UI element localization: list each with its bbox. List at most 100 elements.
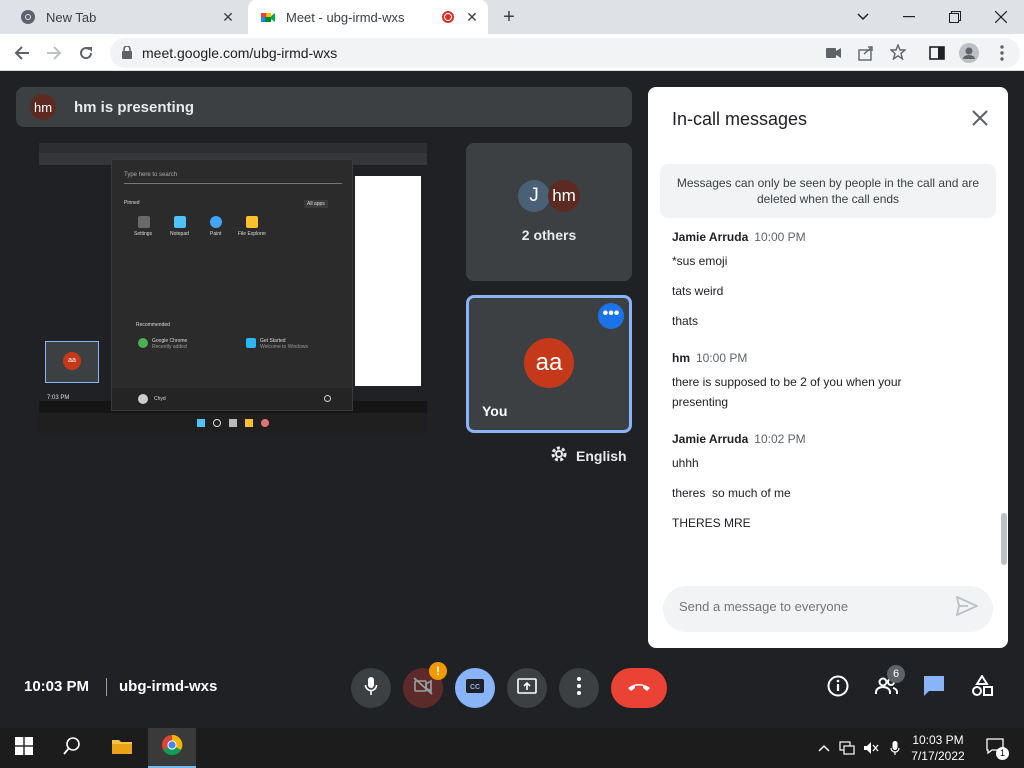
message-time: 10:02 PM xyxy=(754,432,806,446)
shared-chat-panel xyxy=(355,176,421,386)
shared-self-avatar: aa xyxy=(63,352,81,370)
more-options-button[interactable] xyxy=(559,668,599,708)
file-explorer-button[interactable] xyxy=(98,728,146,768)
present-button[interactable] xyxy=(507,668,547,708)
chrome-icon xyxy=(161,734,183,761)
camera-blocked-icon[interactable] xyxy=(826,46,842,64)
meeting-details-button[interactable] xyxy=(825,675,851,701)
forward-button[interactable] xyxy=(41,40,67,66)
paint-icon xyxy=(210,216,222,228)
shared-clock: 7:03 PM xyxy=(47,395,70,401)
show-hidden-icons-button[interactable] xyxy=(813,728,835,768)
meeting-code: ubg-irmd-wxs xyxy=(119,678,218,695)
captions-button[interactable]: CC xyxy=(455,668,495,708)
side-panel-icon[interactable] xyxy=(924,40,950,66)
bookmark-star-icon[interactable] xyxy=(889,43,907,65)
shared-screen[interactable]: aa 7:03 PM Type here to search Pinned Al… xyxy=(39,143,427,433)
chrome-taskbar-button[interactable] xyxy=(148,728,196,768)
shapes-icon xyxy=(971,673,993,702)
shared-taskbar xyxy=(39,413,427,433)
power-icon xyxy=(324,395,331,402)
participants-count-badge: 6 xyxy=(887,665,905,683)
new-tab-button[interactable]: + xyxy=(492,0,526,34)
network-icon[interactable] xyxy=(836,728,858,768)
shared-recommended-label: Recommended xyxy=(136,322,170,328)
chat-scrollbar[interactable] xyxy=(1001,513,1007,565)
message-time: 10:00 PM xyxy=(754,230,806,244)
tab-title: New Tab xyxy=(46,9,97,25)
presenting-text: hm is presenting xyxy=(74,98,195,116)
people-button[interactable]: 6 xyxy=(873,665,905,701)
close-icon[interactable] xyxy=(968,107,992,131)
mic-button[interactable] xyxy=(351,668,391,708)
tab-search-icon[interactable] xyxy=(840,0,886,34)
system-clock[interactable]: 10:03 PM 7/17/2022 xyxy=(903,732,973,764)
camera-off-icon xyxy=(413,676,433,700)
close-window-button[interactable] xyxy=(978,0,1024,34)
call-time: 10:03 PM xyxy=(24,678,90,695)
message-composer xyxy=(663,586,993,632)
shared-app-label: Paint xyxy=(210,231,222,237)
self-avatar: aa xyxy=(524,338,574,388)
shared-app-label: File Explorer xyxy=(238,231,267,237)
more-options-icon[interactable]: ••• xyxy=(598,303,624,329)
tab-meet[interactable]: Meet - ubg-irmd-wxs ✕ xyxy=(248,0,488,34)
present-screen-icon xyxy=(517,677,537,699)
volume-muted-icon[interactable] xyxy=(860,728,882,768)
mic-icon xyxy=(364,676,378,701)
address-bar[interactable]: meet.google.com/ubg-irmd-wxs xyxy=(110,38,1020,68)
url-text: meet.google.com/ubg-irmd-wxs xyxy=(142,45,338,61)
message-group: Jamie Arruda 10:00 PM *sus emoji tats wei… xyxy=(672,230,992,331)
chat-title: In-call messages xyxy=(672,109,808,129)
lock-icon xyxy=(122,45,132,64)
send-icon[interactable] xyxy=(955,595,980,620)
captions-language-button[interactable]: English xyxy=(550,445,627,466)
activities-button[interactable] xyxy=(969,673,995,702)
shared-user-name: Chyd xyxy=(154,396,166,402)
tab-new-tab[interactable]: New Tab ✕ xyxy=(8,0,244,34)
message-time: 10:00 PM xyxy=(696,351,748,365)
notification-center-button[interactable]: 1 xyxy=(980,728,1010,768)
language-label: English xyxy=(576,447,627,464)
task-view-icon xyxy=(229,419,237,427)
shared-browser-tabs xyxy=(39,143,427,153)
system-date: 7/17/2022 xyxy=(911,749,965,763)
message-input[interactable] xyxy=(679,599,939,614)
chrome-icon xyxy=(20,9,36,25)
notepad-icon xyxy=(174,216,186,228)
gear-icon xyxy=(550,445,568,466)
windows-icon xyxy=(15,736,33,760)
message-list: Jamie Arruda 10:00 PM *sus emoji tats wei… xyxy=(672,230,992,551)
browser-tab-strip: New Tab ✕ Meet - ubg-irmd-wxs ✕ + xyxy=(0,0,1024,34)
message-text: *sus emoji xyxy=(672,254,728,268)
camera-button[interactable]: ! xyxy=(403,662,447,708)
profile-avatar-icon[interactable] xyxy=(956,40,982,66)
taskbar-search-button[interactable] xyxy=(48,728,96,768)
shared-app-label: Notepad xyxy=(170,231,189,237)
close-tab-icon[interactable]: ✕ xyxy=(464,9,480,25)
shared-self-tile: aa xyxy=(45,341,99,383)
self-label: You xyxy=(482,403,508,419)
message-sender: hm xyxy=(672,351,690,365)
minimize-button[interactable] xyxy=(886,0,932,34)
shared-all-apps: All apps xyxy=(304,200,328,208)
others-tile[interactable]: J hm 2 others xyxy=(466,143,632,281)
shared-rec-sub: Recently added xyxy=(152,344,187,350)
chrome-menu-icon[interactable] xyxy=(989,40,1015,66)
restore-button[interactable] xyxy=(932,0,978,34)
end-call-icon xyxy=(627,679,651,697)
windows-icon xyxy=(197,419,205,427)
search-icon xyxy=(63,736,81,760)
leave-call-button[interactable] xyxy=(611,668,667,708)
reload-button[interactable] xyxy=(73,40,99,66)
chat-panel: In-call messages Messages can only be se… xyxy=(648,87,1008,648)
self-tile[interactable]: aa You ••• xyxy=(466,295,632,433)
start-button[interactable] xyxy=(0,728,48,768)
share-icon[interactable] xyxy=(858,45,874,66)
participant-avatar: hm xyxy=(548,180,580,212)
chat-button[interactable] xyxy=(921,675,947,701)
settings-icon xyxy=(138,216,150,228)
close-tab-icon[interactable]: ✕ xyxy=(220,9,236,25)
message-text: there is supposed to be 2 of you when yo… xyxy=(672,375,902,409)
back-button[interactable] xyxy=(9,40,35,66)
